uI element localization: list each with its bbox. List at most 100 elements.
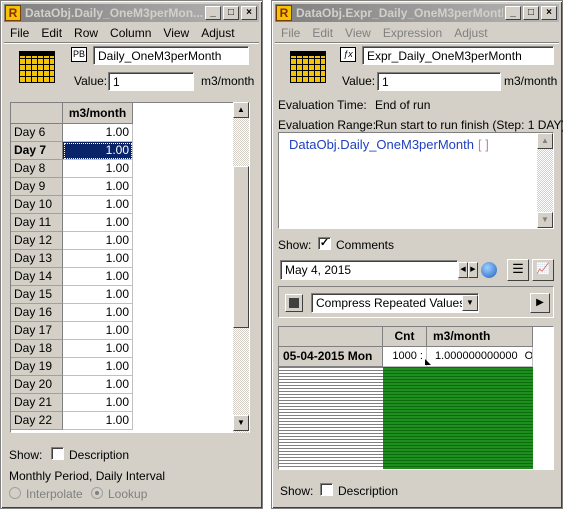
table-cell[interactable]: 1.00 <box>63 232 133 250</box>
description-label: Description <box>338 484 399 498</box>
scroll-down-button[interactable]: ▼ <box>233 415 249 431</box>
description-checkbox[interactable] <box>320 483 333 496</box>
table-cell[interactable]: 1.00 <box>63 160 133 178</box>
play-button[interactable]: ▶ <box>530 293 550 313</box>
table-row-header[interactable]: Day 11 <box>11 214 63 232</box>
table-cell[interactable]: 1.00 <box>63 124 133 142</box>
value-label: Value: <box>342 74 376 88</box>
table-view-icon[interactable]: ☰ <box>507 259 529 281</box>
table-cell[interactable]: 1.00 <box>63 142 133 160</box>
table-row-header[interactable]: Day 8 <box>11 160 63 178</box>
object-name-field[interactable]: Expr_Daily_OneM3perMonth <box>362 46 554 65</box>
lookup-radio[interactable] <box>91 487 103 499</box>
table-cell[interactable]: 1.00 <box>63 394 133 412</box>
description-checkbox[interactable] <box>51 447 64 460</box>
table-cell[interactable]: 1.00 <box>63 196 133 214</box>
table-cell[interactable]: 1.00 <box>63 304 133 322</box>
menu-file[interactable]: File <box>4 26 35 40</box>
table-row-header[interactable]: Day 20 <box>11 376 63 394</box>
minimize-button[interactable]: _ <box>505 6 521 20</box>
title-bar[interactable]: R DataObj.Expr_Daily_OneM3perMonth _ □ × <box>275 4 559 22</box>
table-row-header[interactable]: Day 6 <box>11 124 63 142</box>
compress-dropdown[interactable]: Compress Repeated Values <box>311 293 479 313</box>
expression-editor[interactable]: DataObj.Daily_OneM3perMonth [ ] ▲ ▼ <box>278 132 554 229</box>
table-row-header[interactable]: Day 18 <box>11 340 63 358</box>
expression-text[interactable]: DataObj.Daily_OneM3perMonth <box>289 137 474 152</box>
table-cell[interactable]: 1.00 <box>63 178 133 196</box>
minimize-button[interactable]: _ <box>205 6 221 20</box>
value-field[interactable]: 1 <box>377 72 501 91</box>
data-table: m3/month Day 6 1.00 Day 7 1.00 Day 8 1.00 Day … <box>10 102 250 433</box>
row-header-filler <box>279 367 383 469</box>
table-row-header[interactable]: Day 22 <box>11 412 63 430</box>
table-cell[interactable]: 1.00 <box>63 358 133 376</box>
data-object-icon <box>19 51 55 83</box>
plot-view-icon[interactable]: 📈 <box>532 259 554 281</box>
menu-adjust[interactable]: Adjust <box>448 26 493 40</box>
scroll-down-button[interactable]: ▼ <box>537 212 553 228</box>
close-button[interactable]: × <box>241 6 257 20</box>
lookup-label: Lookup <box>108 487 148 501</box>
compress-panel: Compress Repeated Values ▼ ▶ <box>278 286 554 318</box>
menu-file[interactable]: File <box>275 26 306 40</box>
value-field[interactable]: 1 <box>108 72 194 91</box>
cnt-cell[interactable]: 1000 : <box>383 347 427 367</box>
close-button[interactable]: × <box>541 6 557 20</box>
table-corner <box>279 327 383 347</box>
table-row-header[interactable]: Day 13 <box>11 250 63 268</box>
object-name-field[interactable]: Daily_OneM3perMonth <box>93 46 249 65</box>
table-row-header[interactable]: Day 10 <box>11 196 63 214</box>
table-cell[interactable]: 1.00 <box>63 340 133 358</box>
unit-column-header[interactable]: m3/month <box>427 327 533 347</box>
table-row-header[interactable]: Day 19 <box>11 358 63 376</box>
date-prev-button[interactable]: ◀ <box>458 262 468 278</box>
value-cell[interactable]: 1.000000000000 O <box>427 347 533 367</box>
menu-edit[interactable]: Edit <box>306 26 339 40</box>
menu-bar: File Edit Row Column View Adjust <box>4 24 259 42</box>
cnt-column-header[interactable]: Cnt <box>383 327 427 347</box>
table-row-header[interactable]: Day 17 <box>11 322 63 340</box>
table-row-header[interactable]: Day 21 <box>11 394 63 412</box>
maximize-button[interactable]: □ <box>223 6 239 20</box>
table-corner <box>11 103 63 124</box>
maximize-button[interactable]: □ <box>523 6 539 20</box>
app-icon: R <box>5 5 21 21</box>
date-field[interactable]: May 4, 2015 <box>280 260 458 280</box>
date-row-header[interactable]: 05-04-2015 Mon <box>279 347 383 367</box>
scroll-up-button[interactable]: ▲ <box>537 133 553 149</box>
table-cell[interactable]: 1.00 <box>63 250 133 268</box>
table-cell[interactable]: 1.00 <box>63 322 133 340</box>
menu-column[interactable]: Column <box>104 26 157 40</box>
menu-edit[interactable]: Edit <box>35 26 68 40</box>
table-row-header[interactable]: Day 12 <box>11 232 63 250</box>
chevron-down-icon[interactable]: ▼ <box>462 295 478 311</box>
interpolate-radio[interactable] <box>9 487 21 499</box>
table-row-header[interactable]: Day 16 <box>11 304 63 322</box>
comments-checkbox[interactable]: ✓ <box>318 237 331 250</box>
menu-view[interactable]: View <box>157 26 195 40</box>
globe-icon[interactable] <box>481 262 497 278</box>
table-cell[interactable]: 1.00 <box>63 376 133 394</box>
table-cell[interactable]: 1.00 <box>63 268 133 286</box>
menu-row[interactable]: Row <box>68 26 104 40</box>
scrollbar-thumb[interactable] <box>233 166 249 328</box>
table-cell[interactable]: 1.00 <box>63 286 133 304</box>
menu-view[interactable]: View <box>339 26 377 40</box>
table-row-header[interactable]: Day 7 <box>11 142 63 160</box>
stop-icon[interactable] <box>285 294 303 312</box>
expression-type-icon: ƒx <box>340 47 356 62</box>
column-header[interactable]: m3/month <box>63 103 133 124</box>
menu-expression[interactable]: Expression <box>377 26 448 40</box>
expression-bracket[interactable]: [ ] <box>478 137 489 152</box>
object-type-icon: PB <box>71 47 87 62</box>
table-row-header[interactable]: Day 14 <box>11 268 63 286</box>
table-cell[interactable]: 1.00 <box>63 214 133 232</box>
scroll-up-button[interactable]: ▲ <box>233 102 249 118</box>
table-cell[interactable]: 1.00 <box>63 412 133 430</box>
title-bar[interactable]: R DataObj.Daily_OneM3perMon... _ □ × <box>4 4 259 22</box>
unit-label: m3/month <box>201 74 255 88</box>
table-row-header[interactable]: Day 9 <box>11 178 63 196</box>
table-row-header[interactable]: Day 15 <box>11 286 63 304</box>
menu-adjust[interactable]: Adjust <box>195 26 240 40</box>
date-next-button[interactable]: ▶ <box>468 262 478 278</box>
